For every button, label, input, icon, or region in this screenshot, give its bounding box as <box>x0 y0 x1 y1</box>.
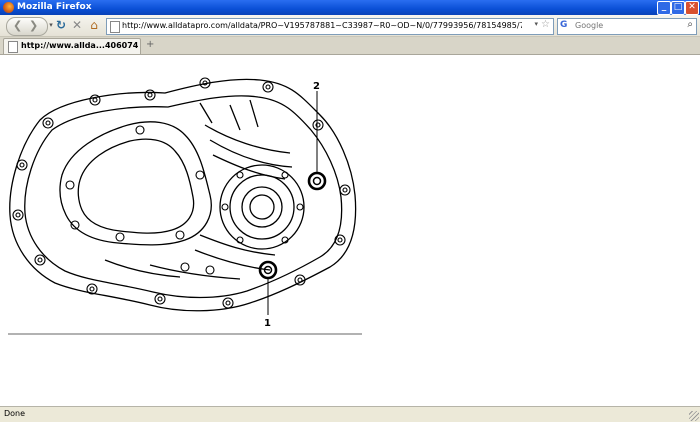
bolt-2-marker <box>307 171 327 191</box>
new-tab-icon[interactable]: + <box>146 39 154 50</box>
bookmark-star-icon[interactable]: ☆ <box>541 19 550 30</box>
navigation-toolbar: ❮ ❯ ▾ ↻ ✕ ⌂ http://www.alldatapro.com/al… <box>0 15 700 37</box>
search-icon[interactable]: ⌕ <box>687 19 693 30</box>
search-bar[interactable]: G ⌕ <box>557 18 697 35</box>
url-bar[interactable]: http://www.alldatapro.com/alldata/PRO~V1… <box>106 18 554 35</box>
minimize-button[interactable]: _ <box>657 1 671 15</box>
tab-active[interactable]: http://www.allda...4060742/80765027 <box>3 38 141 54</box>
page-content: 1 2 <box>0 55 700 406</box>
callout-label-1: 1 <box>264 318 271 329</box>
page-icon <box>110 21 120 33</box>
google-engine-icon[interactable]: G <box>560 20 570 31</box>
window-title: Mozilla Firefox <box>17 2 92 12</box>
tab-page-icon <box>8 41 18 53</box>
url-text: http://www.alldatapro.com/alldata/PRO~V1… <box>122 21 522 30</box>
resize-grip-icon[interactable] <box>689 411 699 421</box>
home-icon[interactable]: ⌂ <box>87 18 101 33</box>
window-titlebar[interactable]: Mozilla Firefox _ □ ✕ <box>0 0 700 15</box>
tab-strip: http://www.allda...4060742/80765027 + <box>0 37 700 55</box>
status-text: Done <box>4 409 26 418</box>
url-dropdown-icon[interactable]: ▾ <box>534 20 538 28</box>
transmission-case-diagram: 1 2 <box>8 77 362 335</box>
forward-icon[interactable]: ❯ <box>29 19 38 32</box>
reload-icon[interactable]: ↻ <box>54 18 68 33</box>
search-input[interactable] <box>575 19 675 32</box>
callout-label-2: 2 <box>313 81 320 92</box>
tab-label: http://www.allda...4060742/80765027 <box>21 41 139 50</box>
maximize-button[interactable]: □ <box>671 1 685 15</box>
back-icon[interactable]: ❮ <box>13 19 22 32</box>
stop-icon[interactable]: ✕ <box>70 18 84 33</box>
status-bar: Done <box>0 406 700 422</box>
firefox-logo-icon <box>3 2 14 13</box>
back-forward-group: ❮ ❯ <box>6 17 48 36</box>
close-window-button[interactable]: ✕ <box>685 1 699 15</box>
